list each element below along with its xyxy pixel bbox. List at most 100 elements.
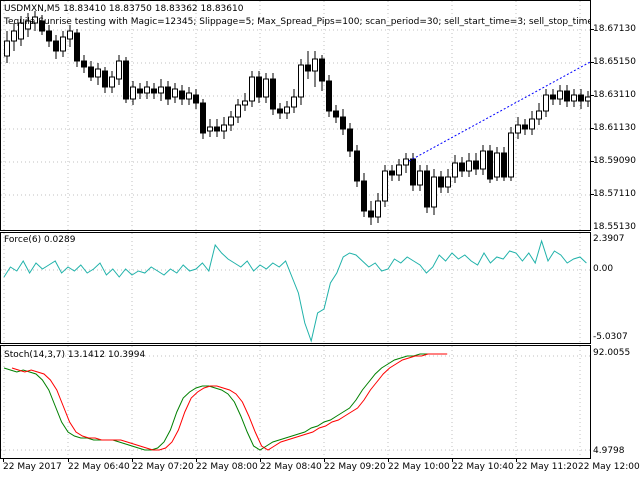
candle-body — [151, 88, 157, 94]
candle-body — [557, 90, 563, 100]
candle-body — [235, 104, 241, 118]
candle-body — [123, 60, 129, 100]
candle-body — [305, 64, 311, 72]
candle-body — [81, 60, 87, 68]
time-tick — [516, 459, 517, 462]
candle-body — [396, 164, 402, 176]
price-tick — [591, 95, 594, 96]
candle-body — [550, 94, 556, 100]
candle-body — [158, 86, 164, 94]
candle-body — [11, 30, 17, 42]
price-chart-pane[interactable]: USDMXN,M5 18.83410 18.83750 18.83362 18.… — [0, 0, 591, 231]
candle-body — [536, 110, 542, 120]
candle-body — [74, 32, 80, 62]
candle-body — [165, 86, 171, 100]
candle-body — [382, 170, 388, 202]
time-label: 22 May 11:20 — [516, 462, 578, 472]
candle-body — [354, 150, 360, 182]
time-label: 22 May 06:40 — [68, 462, 130, 472]
candle-body — [522, 124, 528, 130]
candle-body — [130, 86, 136, 100]
candle-body — [53, 40, 59, 52]
candle-body — [298, 64, 304, 98]
time-tick — [324, 459, 325, 462]
candle-body — [291, 96, 297, 108]
candle-body — [144, 86, 150, 94]
candle-body — [501, 152, 507, 178]
candle-body — [46, 30, 52, 42]
price-label: 18.65150 — [593, 57, 636, 67]
candle-body — [564, 90, 570, 102]
candle-body — [179, 90, 185, 100]
price-label: 18.63110 — [593, 90, 636, 100]
stochastic-indicator-pane[interactable]: Stoch(14,3,7) 13.1412 10.3994 — [0, 345, 591, 459]
time-tick — [196, 459, 197, 462]
candle-body — [585, 96, 590, 102]
candle-body — [270, 78, 276, 110]
candle-body — [228, 116, 234, 126]
candle-body — [403, 158, 409, 166]
force-indicator-pane[interactable]: Force(6) 0.0289 — [0, 232, 591, 344]
candle-body — [263, 78, 269, 98]
candle-body — [508, 132, 514, 178]
price-tick — [591, 161, 594, 162]
price-label: 18.61130 — [593, 123, 636, 133]
candle-body — [277, 108, 283, 114]
price-tick — [591, 128, 594, 129]
candle-body — [529, 118, 535, 130]
candle-body — [578, 94, 584, 102]
stochastic-scale-label: 4.9798 — [593, 446, 625, 456]
expert-advisor-info: Tequila Sunrise testing with Magic=12345… — [4, 17, 591, 27]
candle-body — [221, 124, 227, 132]
time-label: 22 May 08:40 — [260, 462, 322, 472]
candle-body — [473, 160, 479, 170]
candle-body — [410, 158, 416, 186]
force-indicator-chart[interactable] — [1, 233, 591, 344]
force-scale-label: 0.00 — [593, 264, 614, 274]
time-label: 22 May 2017 — [3, 462, 62, 472]
stochastic-indicator-chart[interactable] — [1, 346, 591, 459]
time-tick — [3, 459, 4, 462]
price-tick — [591, 29, 594, 30]
stochastic-signal-line — [11, 353, 448, 451]
candle-body — [480, 150, 486, 170]
candle-body — [249, 76, 255, 102]
candle-body — [214, 126, 220, 132]
candle-body — [102, 70, 108, 88]
candle-body — [284, 106, 290, 114]
candle-body — [431, 176, 437, 208]
candle-body — [347, 128, 353, 152]
candle-body — [389, 170, 395, 176]
candle-body — [543, 94, 549, 112]
time-label: 22 May 09:20 — [324, 462, 386, 472]
candle-body — [95, 68, 101, 78]
candle-body — [340, 116, 346, 130]
price-label: 18.67130 — [593, 24, 636, 34]
candle-body — [424, 170, 430, 208]
candle-body — [256, 76, 262, 98]
price-label: 18.57110 — [593, 189, 636, 199]
candlestick-chart[interactable] — [1, 1, 591, 231]
candle-body — [326, 80, 332, 112]
candle-body — [494, 152, 500, 178]
candle-body — [459, 162, 465, 172]
candle-body — [193, 94, 199, 104]
candle-body — [172, 88, 178, 98]
time-tick — [132, 459, 133, 462]
time-tick — [68, 459, 69, 462]
candle-body — [109, 76, 115, 88]
candle-body — [88, 66, 94, 78]
candle-body — [333, 110, 339, 118]
candle-body — [116, 60, 122, 80]
candle-body — [60, 36, 66, 52]
time-label: 22 May 07:20 — [132, 462, 194, 472]
candle-body — [438, 176, 444, 188]
time-tick — [260, 459, 261, 462]
candle-body — [445, 176, 451, 188]
candle-body — [312, 58, 318, 72]
candle-body — [186, 92, 192, 100]
stochastic-main-line — [3, 353, 440, 451]
price-label: 18.55130 — [593, 222, 636, 232]
candle-body — [67, 30, 73, 40]
candle-body — [242, 100, 248, 106]
